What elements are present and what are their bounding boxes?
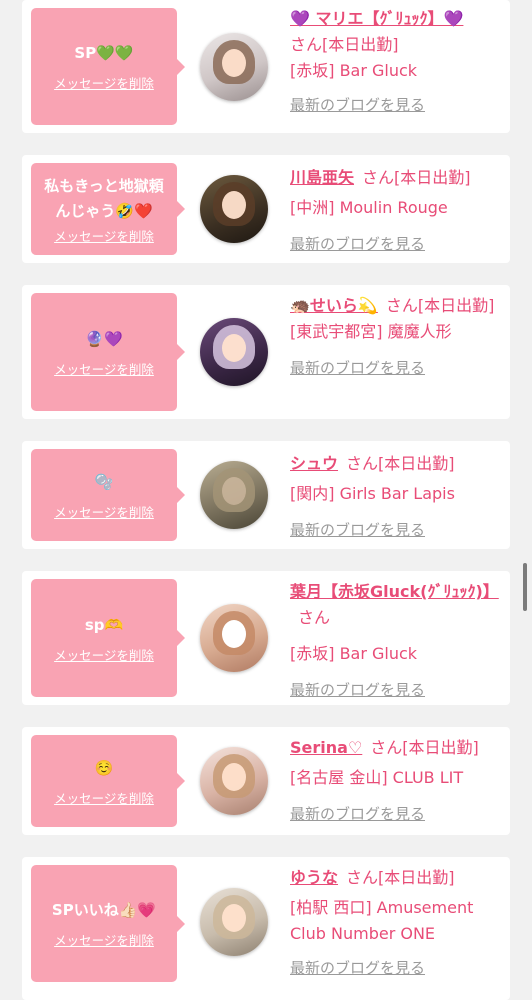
cast-status: さん[本日出勤] [346, 454, 455, 473]
message-bubble: SP💚💚 メッセージを削除 [31, 8, 185, 125]
message-bubble: ☺️ メッセージを削除 [31, 735, 185, 827]
avatar-face [222, 904, 246, 932]
latest-blog-link[interactable]: 最新のブログを見る [290, 355, 425, 381]
latest-blog-link[interactable]: 最新のブログを見る [290, 801, 425, 827]
delete-message-link[interactable]: メッセージを削除 [54, 502, 154, 521]
latest-blog-link[interactable]: 最新のブログを見る [290, 231, 425, 257]
shop-location: [東武宇都宮] 魔魔人形 [290, 322, 452, 341]
cast-status: さん[本日出勤] [290, 35, 399, 54]
message-card: 🔮💜 メッセージを削除 🦔せいら💫 さん[本日出勤] [東武宇都宮] 魔魔人形 最… [22, 285, 510, 419]
message-bubble: 🫧 メッセージを削除 [31, 449, 185, 541]
cast-status: さん[本日出勤] [362, 168, 471, 187]
message-card: 🫧 メッセージを削除 シュウ さん[本日出勤] [関内] Girls Bar La… [22, 441, 510, 549]
message-bubble: SPいいね👍🏻💗 メッセージを削除 [31, 865, 185, 982]
avatar[interactable] [200, 604, 268, 672]
message-text: 私もきっと地獄頼んじゃう🤣❤️ [44, 176, 164, 220]
cast-status: さん[本日出勤] [370, 738, 479, 757]
delete-message-link[interactable]: メッセージを削除 [54, 930, 154, 949]
message-text: SPいいね👍🏻💗 [51, 901, 157, 919]
cast-status: さん[本日出勤] [385, 296, 495, 315]
message-text: ☺️ [94, 758, 114, 777]
profile-info: Serina♡ さん[本日出勤] [名古屋 金山] CLUB LIT 最新のブログ… [290, 735, 504, 827]
avatar-face [222, 334, 246, 362]
delete-message-link[interactable]: メッセージを削除 [54, 788, 154, 807]
latest-blog-link[interactable]: 最新のブログを見る [290, 955, 425, 981]
avatar[interactable] [200, 33, 268, 101]
profile-info: 葉月【赤坂Gluck(ｸﾞﾘｭｯｸ)】さん [赤坂] Bar Gluck 最新の… [290, 579, 504, 703]
message-text: 🫧 [94, 472, 114, 491]
message-card: 私もきっと地獄頼んじゃう🤣❤️ メッセージを削除 川島亜矢 さん[本日出勤] [中… [22, 155, 510, 263]
avatar-face [222, 763, 246, 791]
latest-blog-link[interactable]: 最新のブログを見る [290, 677, 425, 703]
shop-location: [名古屋 金山] CLUB LIT [290, 768, 464, 787]
avatar-face [222, 620, 246, 648]
profile-info: 💜 マリエ【ｸﾞﾘｭｯｸ】💜 さん[本日出勤] [赤坂] Bar Gluck 最… [290, 6, 504, 118]
delete-message-link[interactable]: メッセージを削除 [54, 73, 154, 92]
cast-name-link[interactable]: 🦔せいら💫 [290, 296, 378, 315]
delete-message-link[interactable]: メッセージを削除 [54, 645, 154, 664]
cast-status: さん [298, 608, 331, 627]
shop-location: [関内] Girls Bar Lapis [290, 484, 455, 503]
avatar-face [222, 191, 246, 219]
cast-name-link[interactable]: Serina♡ [290, 738, 362, 757]
latest-blog-link[interactable]: 最新のブログを見る [290, 517, 425, 543]
message-text: SP💚💚 [74, 44, 134, 62]
message-card: sp🫶 メッセージを削除 葉月【赤坂Gluck(ｸﾞﾘｭｯｸ)】さん [赤坂] … [22, 571, 510, 705]
shop-location: [赤坂] Bar Gluck [290, 644, 418, 663]
cast-name-link[interactable]: 葉月【赤坂Gluck(ｸﾞﾘｭｯｸ)】 [290, 582, 499, 601]
message-bubble: sp🫶 メッセージを削除 [31, 579, 185, 697]
scrollbar-thumb[interactable] [523, 563, 527, 611]
message-card: SPいいね👍🏻💗 メッセージを削除 ゆうな さん[本日出勤] [柏駅 西口] Am… [22, 857, 510, 1000]
cast-name-link[interactable]: シュウ [290, 454, 338, 473]
delete-message-link[interactable]: メッセージを削除 [54, 359, 154, 378]
profile-info: シュウ さん[本日出勤] [関内] Girls Bar Lapis 最新のブログを… [290, 451, 504, 543]
avatar-face [222, 49, 246, 77]
cast-name-link[interactable]: ゆうな [290, 868, 338, 887]
message-text: sp🫶 [84, 615, 124, 634]
profile-info: 川島亜矢 さん[本日出勤] [中洲] Moulin Rouge 最新のブログを見る [290, 165, 504, 257]
message-card: SP💚💚 メッセージを削除 💜 マリエ【ｸﾞﾘｭｯｸ】💜 さん[本日出勤] [赤… [22, 0, 510, 133]
message-bubble: 私もきっと地獄頼んじゃう🤣❤️ メッセージを削除 [31, 163, 185, 255]
latest-blog-link[interactable]: 最新のブログを見る [290, 92, 425, 118]
cast-name-link[interactable]: 💜 マリエ【ｸﾞﾘｭｯｸ】💜 [290, 9, 463, 28]
avatar[interactable] [200, 461, 268, 529]
avatar-face [222, 477, 246, 505]
delete-message-link[interactable]: メッセージを削除 [54, 226, 154, 245]
message-bubble: 🔮💜 メッセージを削除 [31, 293, 185, 411]
cast-name-link[interactable]: 川島亜矢 [290, 168, 354, 187]
message-card: ☺️ メッセージを削除 Serina♡ さん[本日出勤] [名古屋 金山] CLU… [22, 727, 510, 835]
shop-location: [柏駅 西口] Amusement Club Number ONE [290, 898, 474, 943]
avatar[interactable] [200, 318, 268, 386]
shop-location: [赤坂] Bar Gluck [290, 61, 418, 80]
shop-location: [中洲] Moulin Rouge [290, 198, 448, 217]
avatar[interactable] [200, 175, 268, 243]
profile-info: 🦔せいら💫 さん[本日出勤] [東武宇都宮] 魔魔人形 最新のブログを見る [290, 293, 504, 381]
cast-status: さん[本日出勤] [346, 868, 455, 887]
profile-info: ゆうな さん[本日出勤] [柏駅 西口] Amusement Club Numbe… [290, 865, 504, 981]
avatar[interactable] [200, 888, 268, 956]
message-text: 🔮💜 [85, 329, 123, 348]
avatar[interactable] [200, 747, 268, 815]
